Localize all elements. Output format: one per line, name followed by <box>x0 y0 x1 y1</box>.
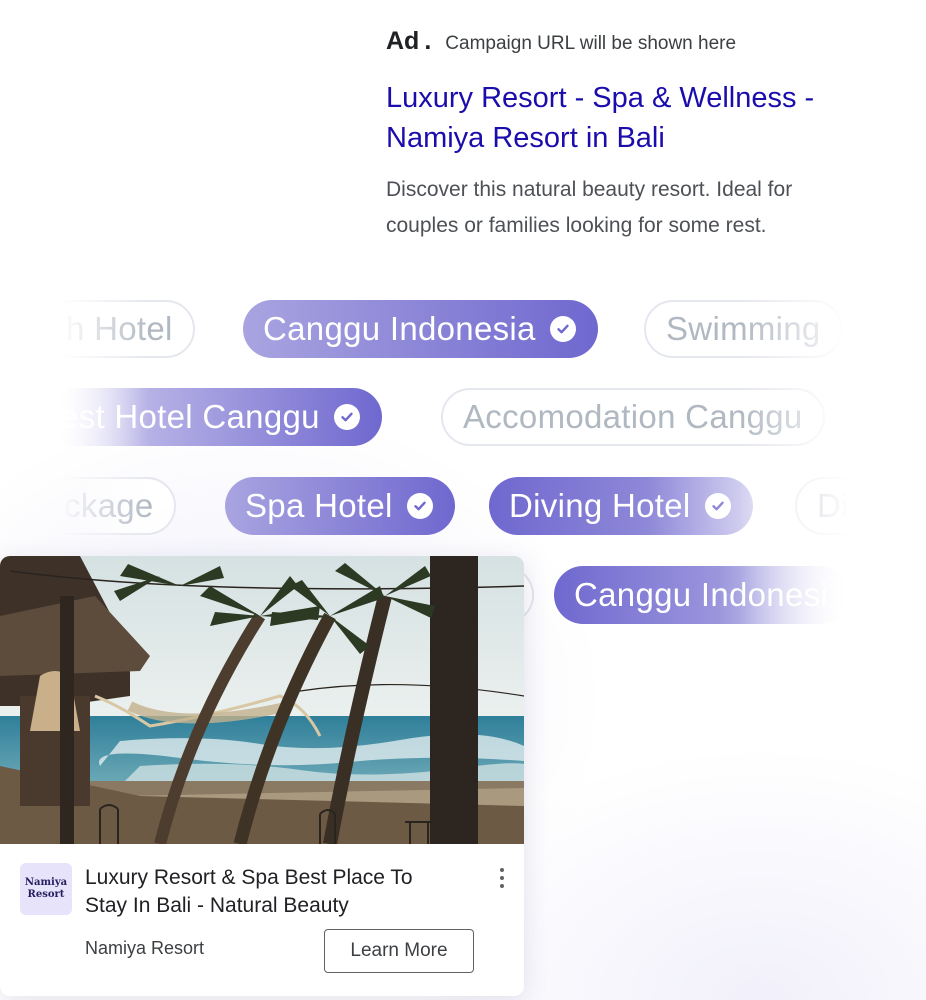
keyword-chip[interactable]: Di <box>795 477 860 535</box>
keyword-chip-selected[interactable]: est Hotel Canggu <box>40 388 382 446</box>
check-icon <box>704 493 731 519</box>
ad-headline-line-2[interactable]: Namiya Resort in Bali <box>386 118 886 158</box>
learn-more-button[interactable]: Learn More <box>324 929 474 973</box>
ad-separator: . <box>424 27 432 55</box>
ad-headline[interactable]: Luxury Resort - Spa & Wellness - Namiya … <box>386 78 886 158</box>
chip-label: Canggu Indonesi <box>574 576 829 613</box>
keyword-chip-selected[interactable]: Canggu Indonesi <box>554 566 851 624</box>
keyword-chip[interactable]: Swimming <box>644 300 843 358</box>
chip-label: Spa Hotel <box>245 487 393 524</box>
ad-header: Ad . Campaign URL will be shown here <box>386 27 736 56</box>
keyword-chip[interactable]: ckage <box>42 477 176 535</box>
keyword-chip[interactable]: h Hotel <box>44 300 195 358</box>
check-icon <box>549 316 576 342</box>
chip-label: Canggu Indonesia <box>263 310 536 347</box>
chip-label: Diving Hotel <box>509 487 691 524</box>
ad-url-placeholder: Campaign URL will be shown here <box>445 33 737 54</box>
chip-label: ckage <box>64 487 154 524</box>
logo-line-1: Namiya <box>24 877 68 888</box>
chip-label: est Hotel Canggu <box>60 398 320 435</box>
ad-headline-line-1[interactable]: Luxury Resort - Spa & Wellness - <box>386 78 886 118</box>
ad-description-line-1: Discover this natural beauty resort. Ide… <box>386 178 793 201</box>
check-icon <box>406 493 433 519</box>
keyword-chip[interactable]: Accomodation Canggu <box>441 388 825 446</box>
chip-label: Accomodation Canggu <box>463 398 803 435</box>
display-ad-headline[interactable]: Luxury Resort & Spa Best Place To Stay I… <box>85 864 465 920</box>
more-vertical-icon[interactable] <box>494 868 510 892</box>
display-ad-headline-line-1[interactable]: Luxury Resort & Spa Best Place To <box>85 864 465 892</box>
display-ad-headline-line-2[interactable]: Stay In Bali - Natural Beauty <box>85 892 465 920</box>
chip-label: Di <box>817 487 849 524</box>
check-icon <box>333 404 360 430</box>
advertiser-name: Namiya Resort <box>85 938 205 958</box>
ad-label: Ad <box>386 27 420 55</box>
display-ad-card[interactable]: Namiya Resort Luxury Resort & Spa Best P… <box>0 556 524 996</box>
keyword-chip-selected[interactable]: Spa Hotel <box>225 477 455 535</box>
logo-line-2: Resort <box>27 889 65 900</box>
advertiser-logo: Namiya Resort <box>20 863 72 915</box>
chip-label: h Hotel <box>66 310 173 347</box>
ad-description: Discover this natural beauty resort. Ide… <box>386 172 866 244</box>
ad-description-line-2: couples or families looking for some res… <box>386 214 767 237</box>
keyword-chip-selected[interactable]: Canggu Indonesia <box>243 300 598 358</box>
chip-label: Swimming <box>666 310 821 347</box>
beach-resort-photo <box>0 556 524 844</box>
keyword-chip-selected[interactable]: Diving Hotel <box>489 477 753 535</box>
